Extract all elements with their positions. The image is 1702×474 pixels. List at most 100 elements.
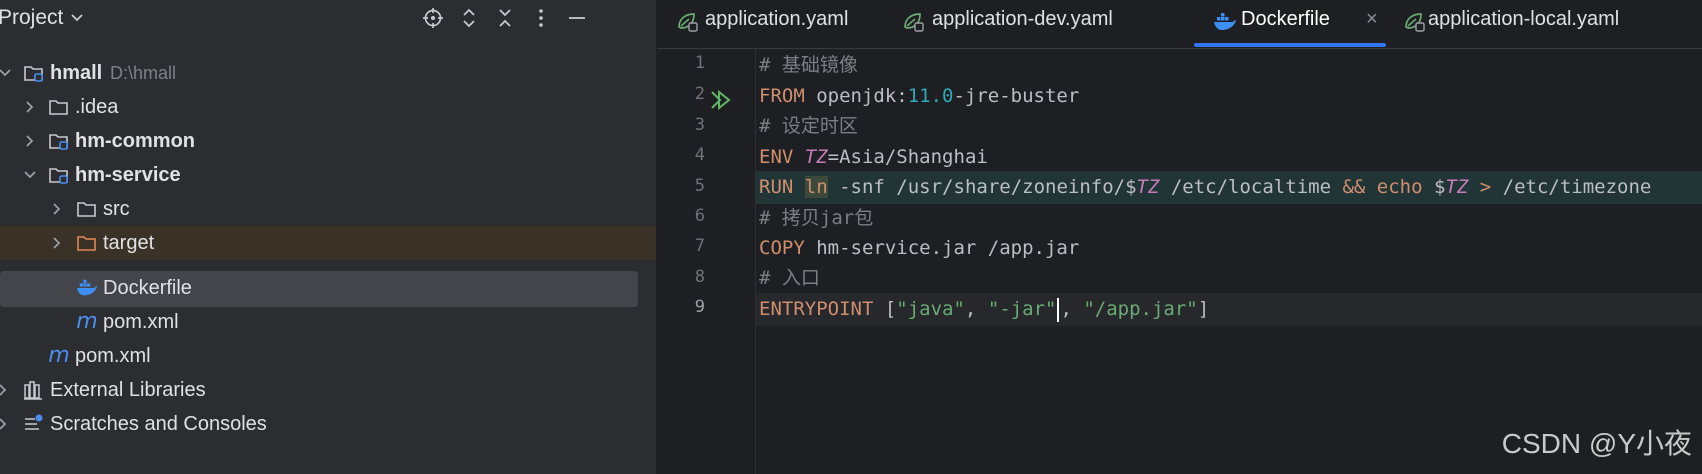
code-line-2[interactable]: FROM openjdk:11.0-jre-buster (756, 80, 1702, 113)
tree-item-label: src (103, 198, 130, 220)
code-text: /etc/localtime (1159, 176, 1343, 198)
code-comment: # 设定时区 (759, 115, 858, 137)
minimize-icon[interactable] (565, 6, 589, 30)
docker-icon (1214, 13, 1236, 30)
code-string: "/app.jar" (1083, 298, 1198, 320)
code-keyword: COPY (759, 237, 805, 259)
tree-item-target[interactable]: target (0, 226, 656, 260)
tree-item-path: D:\hmall (110, 63, 177, 83)
maven-icon: m (76, 311, 98, 333)
tree-item-label: target (103, 232, 155, 254)
code-line-7[interactable]: COPY hm-service.jar /app.jar (756, 232, 1702, 265)
tree-item-pom-root[interactable]: m pom.xml (0, 339, 656, 373)
code-keyword: ENV (759, 146, 794, 168)
close-icon[interactable]: × (1366, 8, 1378, 31)
module-folder-icon (48, 164, 70, 186)
run-icon[interactable] (709, 88, 733, 112)
more-options-icon[interactable] (529, 6, 553, 30)
line-number: 4 (694, 145, 705, 165)
tree-item-label: hm-service (75, 164, 181, 186)
line-number: 3 (694, 115, 705, 135)
scratches-icon (22, 413, 44, 435)
tree-item-label: pom.xml (75, 345, 151, 367)
tree-item-pom-service[interactable]: m pom.xml (0, 305, 656, 339)
code-line-3[interactable]: # 设定时区 (756, 110, 1702, 143)
module-folder-icon (48, 130, 70, 152)
line-number-gutter: 1 2 3 4 5 6 7 8 9 (657, 49, 756, 474)
maven-icon: m (48, 345, 70, 367)
code-variable: TZ (1445, 176, 1469, 198)
code-operator: && (1342, 176, 1366, 198)
chevron-down-icon[interactable] (70, 11, 84, 25)
tab-application-yaml[interactable]: application.yaml (675, 0, 875, 48)
code-text: , (1060, 298, 1084, 320)
code-line-8[interactable]: # 入口 (756, 262, 1702, 295)
tree-item-label: External Libraries (50, 379, 206, 401)
tree-item-dockerfile[interactable]: Dockerfile (0, 271, 656, 305)
tree-item-idea[interactable]: .idea (0, 90, 656, 124)
folder-icon (48, 96, 70, 118)
spring-config-icon (678, 13, 698, 32)
code-text: $ (1422, 176, 1446, 198)
code-text: hm-service.jar /app.jar (804, 237, 1080, 259)
code-text: [ (873, 298, 897, 320)
code-text: , (964, 298, 988, 320)
project-panel: Project hmall D:\hmall .idea hm-common h… (0, 0, 656, 474)
line-number: 9 (694, 297, 705, 317)
code-line-5[interactable]: RUN ln -snf /usr/share/zoneinfo/$TZ /etc… (756, 171, 1702, 204)
code-string: "java" (896, 298, 965, 320)
tab-dockerfile[interactable]: Dockerfile × (1213, 0, 1393, 48)
chevron-down-icon[interactable] (23, 168, 37, 182)
code-text: -jre-buster (953, 85, 1080, 107)
tree-item-hm-service[interactable]: hm-service (0, 158, 656, 192)
code-text: =Asia/Shanghai (827, 146, 988, 168)
chevron-right-icon[interactable] (0, 417, 10, 431)
spring-config-icon (904, 13, 924, 32)
code-line-4[interactable]: ENV TZ=Asia/Shanghai (756, 141, 1702, 174)
tree-item-src[interactable]: src (0, 192, 656, 226)
watermark: CSDN @Y小夜 (1501, 428, 1692, 459)
tree-item-external-libraries[interactable]: External Libraries (0, 373, 656, 407)
tab-application-local-yaml[interactable]: application-local.yaml (1402, 0, 1662, 48)
code-line-1[interactable]: # 基础镜像 (756, 49, 1702, 82)
code-text: openjdk: (804, 85, 908, 107)
code-text: ] (1197, 298, 1210, 320)
code-line-9[interactable]: ENTRYPOINT ["java", "-jar", "/app.jar"] (756, 293, 1702, 326)
maven-icon-glyph: m (48, 343, 70, 368)
chevron-right-icon[interactable] (23, 134, 37, 148)
tree-item-label: hmall (50, 62, 103, 84)
tab-label: application.yaml (705, 8, 849, 30)
chevron-right-icon[interactable] (50, 236, 64, 250)
chevron-right-icon[interactable] (0, 383, 10, 397)
code-number: 11.0 (907, 85, 954, 107)
code-comment: # 入口 (759, 267, 820, 289)
folder-icon (76, 198, 98, 220)
chevron-down-icon[interactable] (0, 66, 12, 80)
locate-icon[interactable] (421, 6, 445, 30)
module-folder-icon (23, 62, 45, 84)
code-keyword: RUN (759, 176, 794, 198)
tree-item-label: pom.xml (103, 311, 179, 333)
code-command: echo (1365, 176, 1423, 198)
collapse-all-icon[interactable] (493, 6, 517, 30)
expand-all-icon[interactable] (457, 6, 481, 30)
tab-bar: application.yaml application-dev.yaml Do… (657, 0, 1702, 49)
chevron-right-icon[interactable] (50, 202, 64, 216)
active-tab-indicator (1194, 43, 1386, 47)
tree-item-label: Dockerfile (103, 277, 192, 299)
tree-item-hm-common[interactable]: hm-common (0, 124, 656, 158)
tree-item-hmall[interactable]: hmall D:\hmall (0, 56, 656, 90)
chevron-right-icon[interactable] (23, 100, 37, 114)
project-title[interactable]: Project (0, 6, 63, 30)
line-number: 7 (694, 236, 705, 256)
tree-item-scratches[interactable]: Scratches and Consoles (0, 407, 656, 441)
code-keyword: FROM (759, 85, 805, 107)
code-text: -snf /usr/share/zoneinfo/$ (827, 176, 1137, 198)
tab-application-dev-yaml[interactable]: application-dev.yaml (901, 0, 1141, 48)
code-line-6[interactable]: # 拷贝jar包 (756, 202, 1702, 235)
project-header: Project (0, 0, 656, 38)
library-icon (22, 379, 44, 401)
tree-item-label: hm-common (75, 130, 195, 152)
excluded-folder-icon (76, 232, 98, 254)
code-variable: TZ (1136, 176, 1160, 198)
